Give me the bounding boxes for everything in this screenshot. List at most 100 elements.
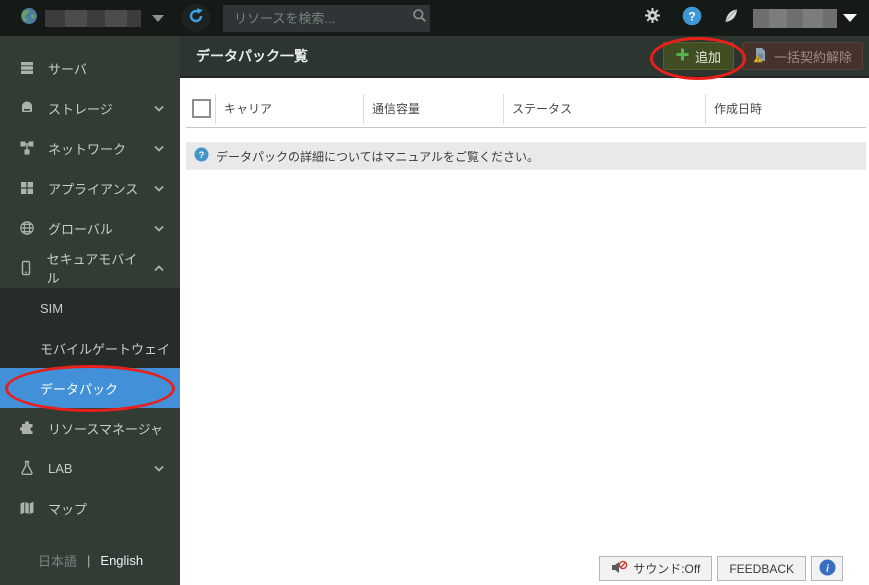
refresh-button[interactable] — [182, 4, 210, 32]
svg-text:?: ? — [688, 9, 695, 23]
search-icon — [412, 8, 427, 28]
table-header-capacity: 通信容量 — [363, 94, 503, 124]
column-label: 作成日時 — [714, 100, 762, 117]
sidebar-subitem-label: モバイルゲートウェイ — [40, 339, 170, 358]
storage-icon — [18, 100, 36, 116]
sidebar-item-appliance[interactable]: アプライアンス — [0, 168, 180, 208]
sound-toggle-label: サウンド:Off — [633, 560, 700, 577]
chevron-down-icon — [152, 15, 164, 22]
table-header-row: キャリア 通信容量 ステータス 作成日時 — [186, 90, 866, 128]
question-circle-icon: ? — [682, 6, 702, 31]
plus-icon — [676, 48, 689, 64]
language-switcher: 日本語 | English — [0, 548, 180, 572]
sidebar-item-resource-manager[interactable]: リソースマネージャ — [0, 408, 180, 448]
page-header: データパック一覧 追加 一括契約解除 — [180, 36, 869, 78]
chevron-down-icon — [154, 145, 164, 152]
news-button[interactable] — [723, 8, 739, 29]
chevron-up-icon — [154, 265, 164, 272]
secure-mobile-submenu: SIM モバイルゲートウェイ データパック — [0, 288, 180, 408]
feedback-label: FEEDBACK — [729, 562, 794, 576]
footer-actions: サウンド:Off FEEDBACK i — [599, 556, 843, 581]
select-all-checkbox[interactable] — [192, 99, 211, 118]
sidebar-item-lab[interactable]: LAB — [0, 448, 180, 488]
speaker-muted-icon — [611, 560, 628, 578]
help-button[interactable]: ? — [682, 6, 702, 31]
map-icon — [18, 500, 36, 516]
column-label: キャリア — [224, 100, 272, 117]
question-circle-icon: ? — [194, 147, 209, 165]
mobile-phone-icon — [18, 260, 35, 276]
server-icon — [18, 60, 36, 76]
sidebar-subitem-label: SIM — [40, 301, 63, 316]
sidebar-item-map[interactable]: マップ — [0, 488, 180, 528]
search-input[interactable] — [232, 10, 412, 27]
table-header-checkbox-cell — [186, 94, 215, 124]
sidebar-subitem-datapack[interactable]: データパック — [0, 368, 180, 408]
language-separator: | — [87, 553, 90, 568]
chevron-down-icon — [843, 14, 857, 22]
table-header-status: ステータス — [503, 94, 705, 124]
network-icon — [18, 140, 36, 156]
sidebar-subitem-label: データパック — [40, 379, 118, 398]
sidebar-subitem-mobile-gateway[interactable]: モバイルゲートウェイ — [0, 328, 180, 368]
gear-icon — [644, 7, 661, 29]
app-window: ? サーバ — [0, 0, 869, 585]
globe-icon — [18, 220, 36, 236]
info-circle-icon: i — [819, 559, 836, 579]
sidebar-item-label: マップ — [48, 499, 87, 518]
sidebar-item-label: セキュアモバイル — [47, 249, 142, 287]
table-header-carrier: キャリア — [215, 94, 363, 124]
flask-icon — [18, 460, 36, 476]
info-banner: ? データパックの詳細についてはマニュアルをご覧ください。 — [186, 142, 866, 170]
main-content: データパック一覧 追加 一括契約解除 — [180, 36, 869, 585]
zone-name-redacted — [45, 10, 141, 27]
sidebar-item-label: グローバル — [48, 219, 113, 238]
top-bar: ? — [0, 0, 869, 36]
chevron-down-icon — [154, 465, 164, 472]
account-name-redacted — [753, 9, 837, 28]
info-banner-text: データパックの詳細についてはマニュアルをご覧ください。 — [216, 148, 539, 165]
sidebar-item-label: LAB — [48, 461, 73, 476]
sim-card-warning-icon — [753, 47, 768, 66]
sidebar-item-label: アプライアンス — [48, 179, 138, 198]
appliance-icon — [18, 180, 36, 196]
sidebar-item-label: ストレージ — [48, 99, 113, 118]
sidebar-item-label: リソースマネージャ — [48, 419, 163, 438]
zone-selector[interactable] — [0, 7, 164, 30]
language-japanese[interactable]: 日本語 — [38, 551, 77, 570]
svg-text:?: ? — [199, 150, 205, 161]
sidebar-item-label: サーバ — [48, 59, 87, 78]
language-english[interactable]: English — [100, 553, 143, 568]
batch-cancel-label: 一括契約解除 — [774, 47, 852, 66]
page-title: データパック一覧 — [196, 46, 308, 66]
sidebar-item-network[interactable]: ネットワーク — [0, 128, 180, 168]
sidebar-nav: サーバ ストレージ ネットワーク — [0, 36, 180, 528]
sidebar-item-secure-mobile[interactable]: セキュアモバイル — [0, 248, 180, 288]
add-button[interactable]: 追加 — [663, 42, 734, 70]
batch-cancel-button[interactable]: 一括契約解除 — [742, 42, 863, 70]
refresh-icon — [187, 7, 205, 30]
svg-text:i: i — [826, 563, 829, 574]
chevron-down-icon — [154, 105, 164, 112]
chevron-down-icon — [154, 185, 164, 192]
header-actions: 追加 一括契約解除 — [663, 42, 863, 70]
sidebar: サーバ ストレージ ネットワーク — [0, 36, 180, 585]
globe-icon — [20, 7, 38, 30]
sidebar-item-global[interactable]: グローバル — [0, 208, 180, 248]
sidebar-item-storage[interactable]: ストレージ — [0, 88, 180, 128]
feedback-button[interactable]: FEEDBACK — [717, 556, 806, 581]
add-button-label: 追加 — [695, 47, 721, 66]
sidebar-item-label: ネットワーク — [48, 139, 126, 158]
chevron-down-icon — [154, 225, 164, 232]
settings-button[interactable] — [644, 7, 661, 29]
column-label: ステータス — [512, 100, 572, 117]
info-button[interactable]: i — [811, 556, 843, 581]
sidebar-subitem-sim[interactable]: SIM — [0, 288, 180, 328]
column-label: 通信容量 — [372, 100, 420, 117]
feather-icon — [723, 8, 739, 29]
sound-toggle-button[interactable]: サウンド:Off — [599, 556, 712, 581]
top-bar-right: ? — [623, 6, 869, 31]
sidebar-item-server[interactable]: サーバ — [0, 48, 180, 88]
account-menu[interactable] — [753, 9, 857, 28]
puzzle-icon — [18, 420, 36, 436]
